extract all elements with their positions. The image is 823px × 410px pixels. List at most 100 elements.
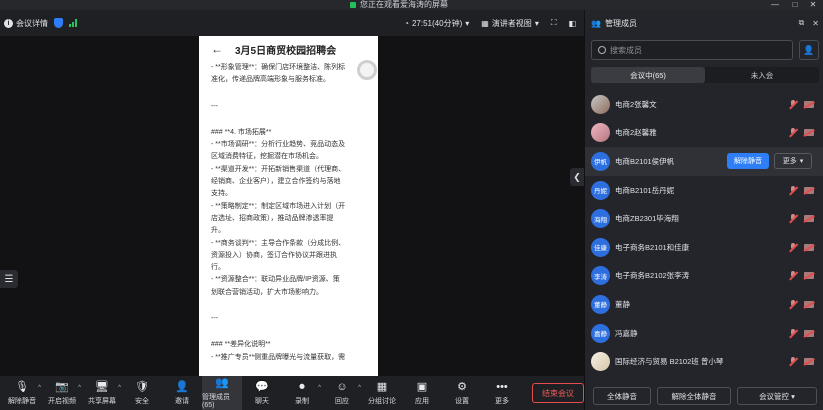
toolbar-share-screen-button[interactable]: 🖥 共享屏幕 ^ xyxy=(82,376,122,410)
member-name: 电商B2101侯伊帆 xyxy=(615,156,675,166)
members-icon: 👥 xyxy=(215,377,229,389)
member-name: 电商2张馨文 xyxy=(615,99,657,109)
speaker-view-button[interactable]: ▦ 演讲者视图 ▾ xyxy=(481,18,539,29)
document-line: ### **差异化说明** xyxy=(211,341,271,349)
toolbar-reaction-button[interactable]: ☺ 回应 ^ xyxy=(322,376,362,410)
video-off-icon[interactable] xyxy=(804,358,814,366)
sidebar-toggle-icon[interactable]: ◧ xyxy=(568,19,576,28)
meeting-info-button[interactable]: i 会议详情 xyxy=(4,18,48,29)
toolbar-shield-button[interactable]: 🛡 安全 xyxy=(122,376,162,410)
meeting-control-button[interactable]: 会议管控 ▾ xyxy=(737,387,817,405)
video-off-icon[interactable] xyxy=(804,186,814,194)
close-panel-icon[interactable]: ✕ xyxy=(812,19,819,28)
maximize-button[interactable]: □ xyxy=(787,0,803,10)
more-label: 更多 xyxy=(782,158,797,166)
toolbar-record-button[interactable]: ⏺ 录制 ^ xyxy=(282,376,322,410)
mic-off-icon[interactable] xyxy=(789,357,797,366)
minimize-button[interactable]: — xyxy=(767,0,783,10)
toolbar-mic-off-button[interactable]: 🎙 解除静音 ^ xyxy=(2,376,42,410)
add-user-icon: 👤 xyxy=(803,44,815,55)
member-row[interactable]: 丹妮 电商B2101岳丹妮 xyxy=(585,176,823,205)
invite-icon: 👤 xyxy=(175,380,189,393)
mic-off-icon[interactable] xyxy=(789,271,797,280)
member-more-button[interactable]: 更多 ▾ xyxy=(774,153,812,170)
video-off-icon[interactable] xyxy=(804,272,814,280)
mic-off-icon: 🎙 xyxy=(15,380,29,393)
clock-icon: ◔ xyxy=(404,18,409,28)
toolbar-apps-button[interactable]: ▣ 应用 xyxy=(402,376,442,410)
timer[interactable]: ◔ 27:51(40分钟) ▾ xyxy=(404,18,469,29)
toolbar-breakout-button[interactable]: ▦ 分组讨论 xyxy=(362,376,402,410)
document-line: 准化，传递品牌高端形象与服务标准。 xyxy=(211,76,330,84)
invite-member-button[interactable]: 👤 xyxy=(799,40,819,60)
close-window-button[interactable]: ✕ xyxy=(805,0,821,10)
member-tabs: 会议中(65) 未入会 xyxy=(591,67,819,83)
popout-icon[interactable]: ⧉ xyxy=(799,18,805,28)
collapse-panel-icon[interactable]: ❮ xyxy=(570,168,584,186)
avatar xyxy=(591,352,610,372)
list-menu-icon[interactable]: ☰ xyxy=(0,270,18,288)
tab-in-meeting[interactable]: 会议中(65) xyxy=(591,67,705,83)
document-line: - **商务谈判**：主导合作条款（分成比例、 xyxy=(211,239,346,247)
chevron-up-icon[interactable]: ^ xyxy=(358,385,361,391)
member-row[interactable]: 董静 董静 xyxy=(585,290,823,319)
member-row[interactable]: 伊帆 电商B2101侯伊帆 解除静音 更多 ▾ xyxy=(585,147,823,176)
video-off-icon[interactable] xyxy=(804,129,814,137)
toolbar-members-button[interactable]: 👥 管理成员(65) xyxy=(202,376,242,410)
toolbar-more-button[interactable]: ••• 更多 xyxy=(482,376,522,410)
chevron-up-icon[interactable]: ^ xyxy=(318,385,321,391)
toolbar-label: 分组讨论 xyxy=(368,397,396,405)
member-name: 董静 xyxy=(615,299,630,309)
avatar: 佳康 xyxy=(591,237,610,257)
video-off-icon[interactable] xyxy=(804,215,814,223)
mute-all-button[interactable]: 全体静音 xyxy=(593,387,651,405)
video-off-icon[interactable] xyxy=(804,100,814,108)
members-panel: 👥 管理成员 ⧉ ✕ 搜索成员 👤 会议中(65) 未入会 电商2张馨文电商2赵馨… xyxy=(584,10,823,410)
mic-off-icon[interactable] xyxy=(789,99,797,109)
document-line xyxy=(211,87,366,101)
member-status-icons xyxy=(789,347,814,376)
toolbar-video-off-button[interactable]: 📷 开启视频 ^ xyxy=(42,376,82,410)
chevron-up-icon[interactable]: ^ xyxy=(78,385,81,391)
toolbar-label: 共享屏幕 xyxy=(88,397,116,405)
toolbar-chat-button[interactable]: 💬 聊天 xyxy=(242,376,282,410)
member-row[interactable]: 国际经济与贸易 B2102班 曾小琴 xyxy=(585,347,823,376)
member-row[interactable]: 海翔 电商ZB2301毕海翔 xyxy=(585,204,823,233)
mic-off-icon[interactable] xyxy=(789,328,797,338)
tab-not-joined[interactable]: 未入会 xyxy=(705,67,819,83)
security-shield-icon[interactable] xyxy=(54,18,63,28)
video-off-icon[interactable] xyxy=(804,329,814,337)
panel-header: 👥 管理成员 ⧉ ✕ xyxy=(585,10,823,36)
member-row[interactable]: 佳康 电子商务B2101和佳康 xyxy=(585,233,823,262)
toolbar-settings-button[interactable]: ⚙ 设置 xyxy=(442,376,482,410)
mic-off-icon[interactable] xyxy=(789,185,797,195)
toolbar-invite-button[interactable]: 👤 邀请 xyxy=(162,376,202,410)
unmute-all-button[interactable]: 解除全体静音 xyxy=(657,387,731,405)
chevron-up-icon[interactable]: ^ xyxy=(38,385,41,391)
member-name: 国际经济与贸易 B2102班 曾小琴 xyxy=(615,357,724,367)
mic-off-icon[interactable] xyxy=(789,214,797,223)
document-line: - **市场调研**：分析行业趋势、竞品动态及 xyxy=(211,141,346,149)
member-row[interactable]: 嘉静 冯嘉静 xyxy=(585,319,823,348)
video-off-icon[interactable] xyxy=(804,243,814,251)
member-row[interactable]: 李涛 电子商务B2102张李涛 xyxy=(585,262,823,291)
search-placeholder: 搜索成员 xyxy=(610,45,642,55)
member-row[interactable]: 电商2赵馨雅 xyxy=(585,119,823,148)
fullscreen-icon[interactable]: ⛶ xyxy=(551,18,557,28)
mic-off-icon[interactable] xyxy=(789,128,797,137)
chevron-up-icon[interactable]: ^ xyxy=(118,385,121,391)
chevron-down-icon: ▾ xyxy=(799,158,804,166)
toolbar-label: 录制 xyxy=(295,397,309,405)
shared-screen-header: ← 3月5日商贸校园招聘会 xyxy=(199,36,378,62)
mic-off-icon[interactable] xyxy=(789,242,797,252)
signal-icon[interactable] xyxy=(69,19,77,27)
member-row[interactable]: 电商2张馨文 xyxy=(585,90,823,119)
member-status-icons xyxy=(789,319,814,348)
member-search-input[interactable]: 搜索成员 xyxy=(591,40,793,60)
sharing-indicator: 您正在观看爱海涛的屏幕 xyxy=(350,0,448,10)
end-meeting-button[interactable]: 结束会议 xyxy=(532,383,584,403)
unmute-member-button[interactable]: 解除静音 xyxy=(727,153,769,170)
member-status-icons xyxy=(789,290,814,319)
video-off-icon[interactable] xyxy=(804,300,814,308)
mic-off-icon[interactable] xyxy=(789,299,797,309)
